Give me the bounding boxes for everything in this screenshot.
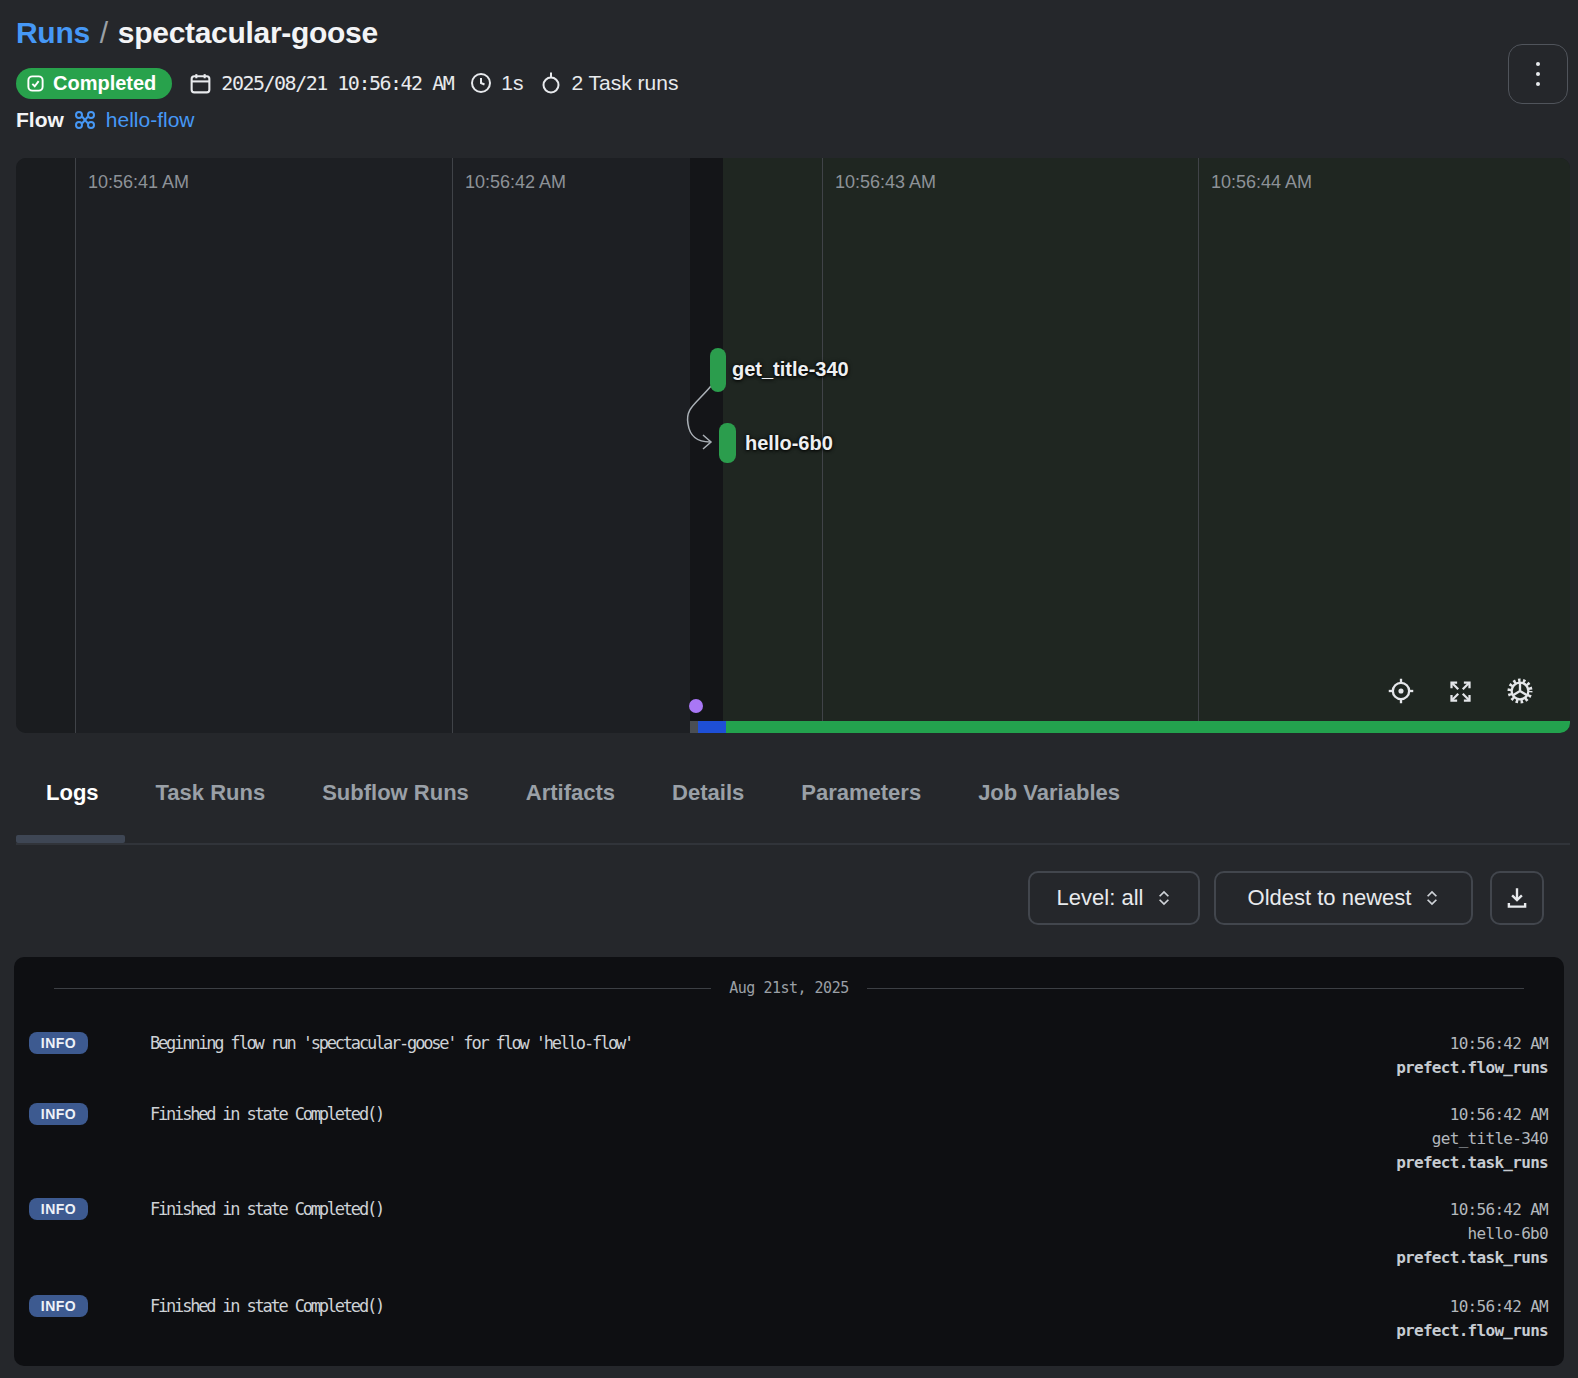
minimap-running-segment (698, 721, 726, 733)
log-task-name: hello-6b0 (1396, 1222, 1548, 1246)
task-bar-label: get_title-340 (732, 358, 849, 381)
tab-parameters[interactable]: Parameters (801, 780, 921, 806)
breadcrumb-runs-link[interactable]: Runs (16, 16, 90, 49)
run-datetime: 2025/08/21 10:56:42 AM (221, 71, 453, 95)
flow-name-link[interactable]: hello-flow (106, 108, 195, 132)
flow-row: Flow hello-flow (16, 108, 195, 132)
breadcrumb: Runs/spectacular-goose (16, 16, 378, 50)
chevron-updown-icon (1425, 887, 1439, 909)
sort-order-select[interactable]: Oldest to newest (1214, 871, 1473, 925)
log-level-badge: INFO (29, 1198, 88, 1220)
task-bar-hello[interactable] (719, 423, 736, 463)
kebab-dot (1536, 82, 1540, 86)
log-module: prefect.flow_runs (1396, 1319, 1548, 1343)
log-message: Finished in state Completed() (150, 1198, 383, 1220)
active-tab-indicator (16, 835, 125, 843)
logs-date-divider: Aug 21st, 2025 (54, 979, 1524, 997)
download-logs-button[interactable] (1490, 871, 1544, 925)
flow-run-marker (689, 699, 703, 713)
run-duration: 1s (469, 71, 523, 95)
breadcrumb-separator: / (90, 16, 118, 49)
timeline-minimap[interactable] (16, 721, 1570, 733)
tab-artifacts[interactable]: Artifacts (526, 780, 615, 806)
log-module: prefect.task_runs (1396, 1246, 1548, 1270)
log-time: 10:56:42 AM (1396, 1103, 1548, 1127)
log-message: Beginning flow run 'spectacular-goose' f… (150, 1032, 632, 1054)
kebab-dot (1536, 62, 1540, 66)
sort-order-value: Oldest to newest (1248, 885, 1412, 911)
log-time: 10:56:42 AM (1396, 1295, 1548, 1319)
log-module: prefect.flow_runs (1396, 1056, 1548, 1080)
minimap-completed-segment (726, 721, 1570, 733)
timeline-chart[interactable]: 10:56:41 AM 10:56:42 AM 10:56:43 AM 10:5… (16, 158, 1570, 733)
run-meta-row: Completed 2025/08/21 10:56:42 AM 1s 2 Ta… (16, 67, 678, 99)
logs-panel: Aug 21st, 2025 INFO Beginning flow run '… (14, 957, 1564, 1366)
recenter-icon[interactable] (1387, 677, 1415, 705)
task-bar-get-title[interactable] (710, 348, 726, 392)
logs-date-label: Aug 21st, 2025 (729, 979, 848, 997)
tab-logs[interactable]: Logs (46, 780, 99, 806)
status-badge: Completed (16, 68, 172, 99)
status-badge-label: Completed (53, 72, 156, 95)
log-time: 10:56:42 AM (1396, 1032, 1548, 1056)
kebab-dot (1536, 72, 1540, 76)
flow-icon (73, 108, 97, 132)
settings-gear-icon[interactable] (1506, 677, 1534, 705)
tab-subflow-runs[interactable]: Subflow Runs (322, 780, 469, 806)
tab-details[interactable]: Details (672, 780, 744, 806)
log-message: Finished in state Completed() (150, 1103, 383, 1125)
chevron-updown-icon (1157, 887, 1171, 909)
log-level-badge: INFO (29, 1103, 88, 1125)
clock-icon (469, 71, 493, 95)
log-meta: 10:56:42 AM prefect.flow_runs (1396, 1295, 1548, 1343)
log-level-badge: INFO (29, 1295, 88, 1317)
log-meta: 10:56:42 AM prefect.flow_runs (1396, 1032, 1548, 1080)
log-level-badge: INFO (29, 1032, 88, 1054)
flow-label: Flow (16, 108, 64, 132)
task-bar-label: hello-6b0 (745, 432, 833, 455)
download-icon (1504, 885, 1530, 911)
level-filter-value: Level: all (1057, 885, 1144, 911)
chart-toolbar (1387, 677, 1534, 705)
calendar-icon (188, 71, 213, 96)
divider-line (867, 988, 1524, 989)
fullscreen-icon[interactable] (1447, 678, 1474, 705)
checkbox-check-icon (26, 74, 45, 93)
log-time: 10:56:42 AM (1396, 1198, 1548, 1222)
log-task-name: get_title-340 (1396, 1127, 1548, 1151)
level-filter-select[interactable]: Level: all (1028, 871, 1200, 925)
page-title: spectacular-goose (118, 16, 378, 49)
log-meta: 10:56:42 AM get_title-340 prefect.task_r… (1396, 1103, 1548, 1175)
task-run-icon (539, 71, 563, 95)
run-task-count: 2 Task runs (539, 71, 678, 95)
tab-task-runs[interactable]: Task Runs (156, 780, 266, 806)
log-module: prefect.task_runs (1396, 1151, 1548, 1175)
more-actions-button[interactable] (1508, 44, 1568, 104)
run-date: 2025/08/21 10:56:42 AM (188, 71, 453, 96)
run-task-count-value: 2 Task runs (571, 71, 678, 95)
run-duration-value: 1s (501, 71, 523, 95)
tab-divider-line (16, 843, 1570, 845)
log-message: Finished in state Completed() (150, 1295, 383, 1317)
minimap-pending-segment (690, 721, 698, 733)
tab-job-variables[interactable]: Job Variables (978, 780, 1120, 806)
divider-line (54, 988, 711, 989)
log-meta: 10:56:42 AM hello-6b0 prefect.task_runs (1396, 1198, 1548, 1270)
tab-bar: Logs Task Runs Subflow Runs Artifacts De… (46, 780, 1120, 806)
